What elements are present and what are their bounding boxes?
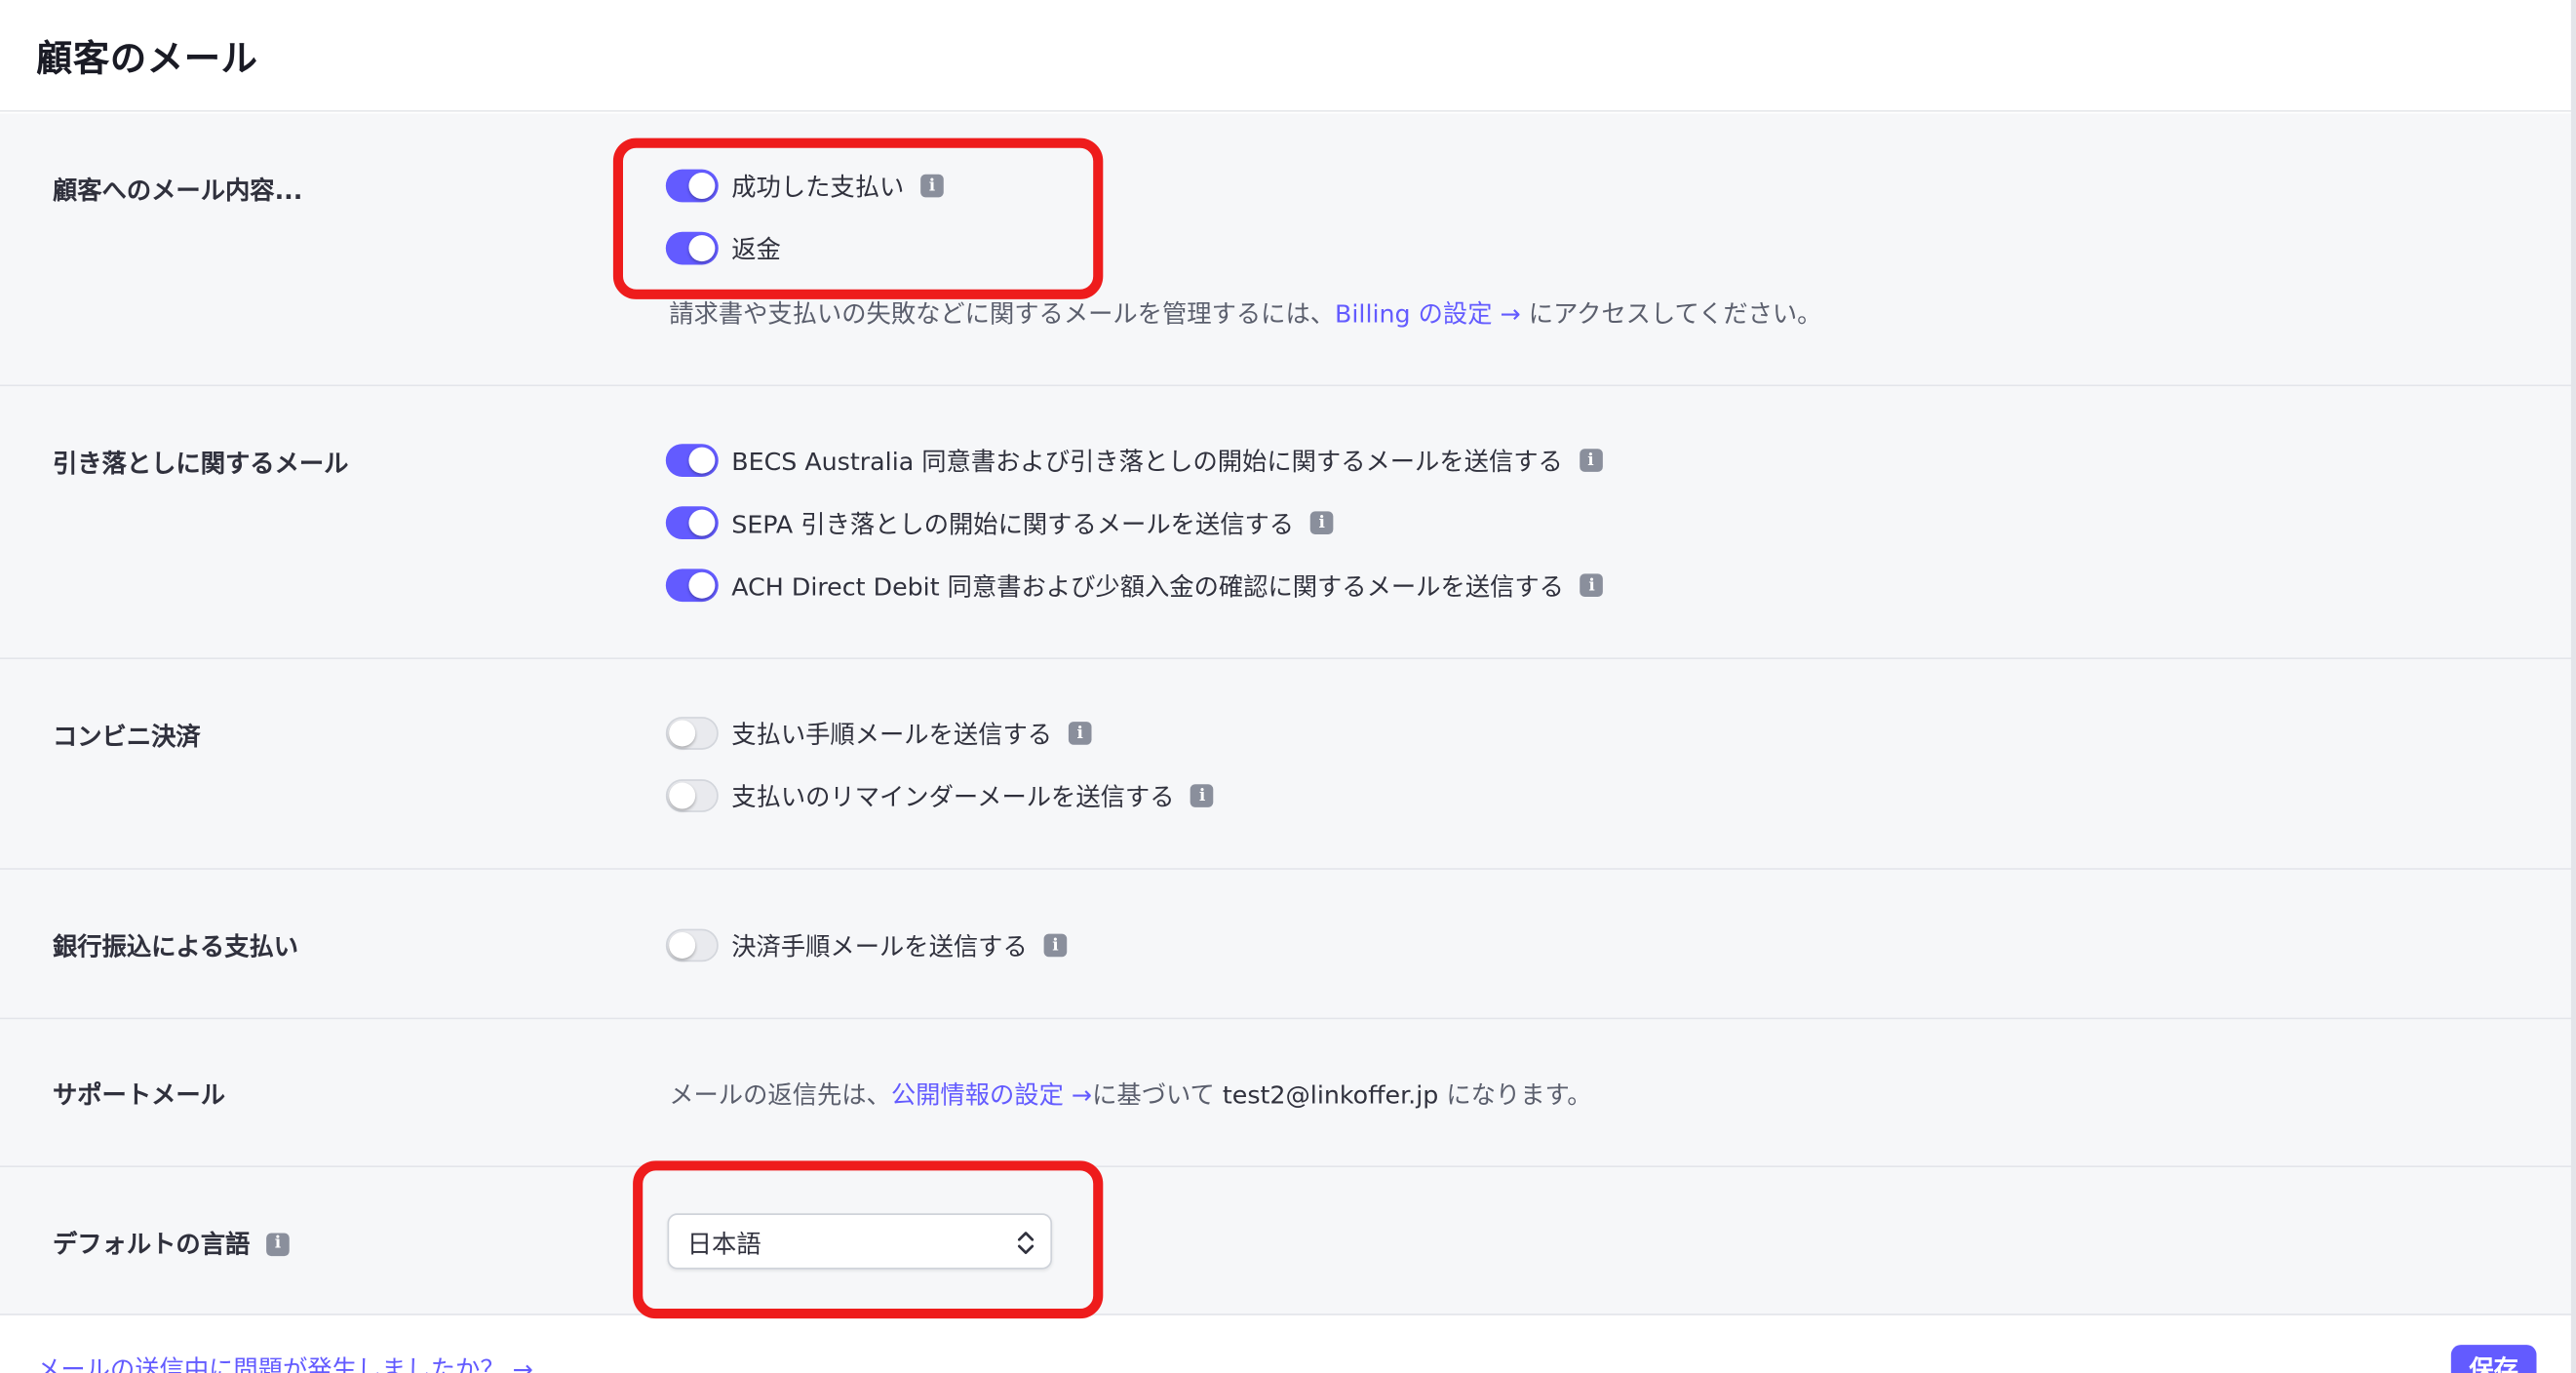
section-konbini: コンビニ決済 支払い手順メールを送信する i 支払いのリマインダーメールを送信す… (0, 659, 2571, 870)
highlight-box (633, 1160, 1104, 1319)
section-debit: 引き落としに関するメール BECS Australia 同意書および引き落としの… (0, 386, 2571, 660)
info-icon[interactable]: i (1190, 784, 1214, 807)
setting-label: SEPA 引き落としの開始に関するメールを送信する (731, 508, 1295, 539)
setting-konbini-reminder: 支払いのリマインダーメールを送信する i (665, 777, 1214, 813)
page-title: 顧客のメール (36, 39, 258, 81)
highlight-box (612, 137, 1104, 299)
section-support-email: サポートメール メールの返信先は、公開情報の設定 →に基づいて test2@li… (0, 1019, 2571, 1168)
setting-label: 支払いのリマインダーメールを送信する (731, 781, 1175, 812)
info-icon[interactable]: i (1309, 511, 1334, 534)
billing-note-after: にアクセスしてください。 (1520, 298, 1822, 330)
setting-label: 支払い手順メールを送信する (731, 719, 1053, 749)
setting-label: ACH Direct Debit 同意書および少額入金の確認に関するメールを送信… (731, 570, 1564, 602)
toggle-knob (688, 447, 716, 474)
sepa-toggle[interactable] (665, 506, 719, 540)
section-label: 引き落としに関するメール (52, 449, 349, 479)
toggle-knob (688, 571, 716, 599)
scrollbar-edge[interactable] (2570, 0, 2576, 1373)
support-text-before: メールの返信先は、 (669, 1079, 891, 1111)
toggle-knob (669, 931, 696, 959)
info-icon[interactable]: i (1043, 933, 1068, 958)
setting-label: 決済手順メールを送信する (731, 931, 1028, 961)
billing-note-before: 請求書や支払いの失敗などに関するメールを管理するには、 (669, 298, 1336, 330)
becs-toggle[interactable] (665, 444, 719, 477)
support-email-address: test2@linkoffer.jp (1222, 1079, 1439, 1111)
public-info-settings-link[interactable]: 公開情報の設定 → (891, 1080, 1092, 1110)
setting-ach: ACH Direct Debit 同意書および少額入金の確認に関するメールを送信… (665, 568, 1604, 604)
setting-label: BECS Australia 同意書および引き落としの開始に関するメールを送信す… (731, 446, 1563, 477)
setting-konbini-instructions: 支払い手順メールを送信する i (665, 715, 1092, 751)
info-icon[interactable]: i (1068, 722, 1092, 745)
setting-bank-transfer-instructions: 決済手順メールを送信する i (665, 927, 1068, 963)
info-icon[interactable]: i (266, 1232, 290, 1256)
info-icon[interactable]: i (1579, 449, 1603, 472)
support-text-after: になります。 (1438, 1079, 1592, 1111)
bank-transfer-toggle[interactable] (665, 928, 719, 962)
page-header: 顧客のメール (0, 0, 2576, 112)
setting-becs: BECS Australia 同意書および引き落としの開始に関するメールを送信す… (665, 443, 1603, 479)
section-label: サポートメール (52, 1079, 226, 1111)
section-label: デフォルトの言語 (52, 1230, 251, 1260)
toggle-knob (669, 782, 696, 809)
setting-sepa: SEPA 引き落としの開始に関するメールを送信する i (665, 505, 1334, 541)
billing-note: 請求書や支払いの失敗などに関するメールを管理するには、Billing の設定 →… (669, 295, 1821, 330)
support-text-middle: に基づいて (1092, 1079, 1223, 1111)
page: 顧客のメール 顧客へのメール内容... 成功した支払い i 返金 請求書や支払い… (0, 0, 2576, 1373)
email-trouble-link[interactable]: メールの送信中に問題が発生しましたか？ → (36, 1352, 533, 1373)
info-icon[interactable]: i (1580, 573, 1604, 598)
toggle-knob (669, 720, 696, 747)
konbini-reminder-toggle[interactable] (665, 779, 719, 812)
section-label-row: デフォルトの言語 i (53, 1227, 290, 1261)
section-bank-transfer: 銀行振込による支払い 決済手順メールを送信する i (0, 869, 2571, 1020)
toggle-knob (688, 509, 716, 536)
section-default-language: デフォルトの言語 i (0, 1167, 2571, 1315)
section-label: 顧客へのメール内容... (52, 176, 303, 206)
section-label: 銀行振込による支払い (52, 931, 299, 962)
save-button[interactable]: 保存 (2450, 1345, 2537, 1373)
section-customer-email: 顧客へのメール内容... 成功した支払い i 返金 請求書や支払いの失敗などに関… (0, 113, 2571, 387)
section-label: コンビニ決済 (52, 722, 201, 752)
ach-toggle[interactable] (665, 569, 719, 603)
billing-settings-link[interactable]: Billing の設定 → (1335, 299, 1521, 329)
support-email-note: メールの返信先は、公開情報の設定 →に基づいて test2@linkoffer.… (669, 1077, 1591, 1111)
konbini-instructions-toggle[interactable] (665, 717, 719, 750)
